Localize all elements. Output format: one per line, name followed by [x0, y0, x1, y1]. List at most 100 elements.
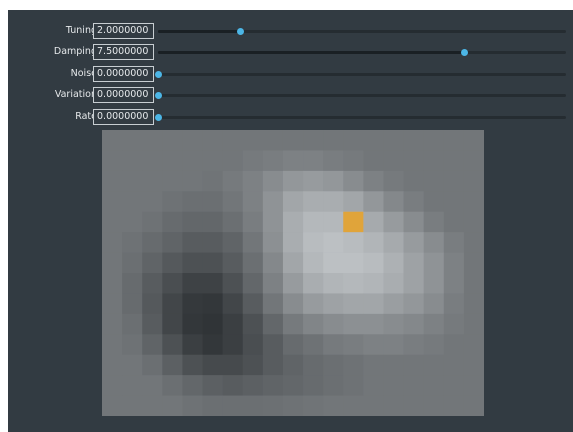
heatmap-cell	[303, 211, 324, 233]
heatmap-cell	[443, 232, 465, 253]
heatmap-cell	[383, 354, 404, 376]
heatmap-cell	[122, 313, 143, 335]
heatmap-cell	[303, 334, 324, 356]
heatmap-cell	[443, 375, 465, 396]
heatmap-cell	[363, 334, 384, 356]
damping-slider-handle[interactable]	[461, 49, 468, 56]
heatmap-cell	[102, 252, 123, 274]
heatmap-cell	[343, 170, 364, 192]
heatmap-cell	[403, 273, 424, 294]
variation-slider[interactable]	[155, 92, 566, 99]
tuning-slider[interactable]	[158, 28, 566, 35]
heatmap-cell	[102, 191, 123, 213]
heatmap-cell	[202, 252, 223, 274]
heatmap-cell	[303, 232, 324, 253]
heatmap-cell	[142, 273, 163, 294]
heatmap-cell	[162, 354, 183, 376]
heatmap-cell	[202, 313, 223, 335]
heatmap-cell	[363, 313, 384, 335]
noise-slider[interactable]	[155, 71, 566, 78]
heatmap-cell	[242, 313, 264, 335]
noise-slider-handle[interactable]	[155, 71, 162, 78]
heatmap-cell	[463, 354, 484, 376]
heatmap-cell	[383, 170, 404, 192]
heatmap-cell	[303, 150, 324, 172]
heatmap-cell	[182, 395, 203, 416]
position-marker[interactable]	[343, 211, 364, 233]
heatmap-cell	[262, 313, 284, 335]
heatmap-cell	[262, 170, 284, 192]
rate-field[interactable]	[93, 109, 154, 125]
noise-field[interactable]	[93, 66, 154, 82]
heatmap-cell	[323, 293, 344, 315]
heatmap-cell	[323, 191, 344, 213]
heatmap-cell	[262, 252, 284, 274]
heatmap-cell	[343, 375, 364, 396]
heatmap-cell	[383, 252, 404, 274]
heatmap-grid	[102, 130, 484, 416]
heatmap-cell	[282, 211, 304, 233]
heatmap-cell	[282, 273, 304, 294]
heatmap-cell	[182, 170, 203, 192]
heatmap-cell	[403, 354, 424, 376]
heatmap-cell	[162, 334, 183, 356]
heatmap-cell	[443, 211, 465, 233]
tuning-field[interactable]	[93, 23, 154, 39]
heatmap-cell	[403, 191, 424, 213]
heatmap-cell	[383, 211, 404, 233]
heatmap-cell	[182, 150, 203, 172]
variation-field[interactable]	[93, 87, 154, 103]
heatmap-cell	[423, 375, 445, 396]
heatmap-cell	[443, 313, 465, 335]
variation-slider-handle[interactable]	[155, 92, 162, 99]
heatmap-cell	[162, 130, 183, 151]
rate-slider-handle[interactable]	[155, 114, 162, 121]
heatmap-cell	[463, 313, 484, 335]
heatmap-cell	[122, 273, 143, 294]
heatmap-cell	[102, 130, 123, 151]
heatmap-cell	[242, 354, 264, 376]
heatmap-cell	[463, 273, 484, 294]
heatmap-cell	[242, 375, 264, 396]
heatmap-cell	[222, 354, 244, 376]
heatmap-cell	[222, 130, 244, 151]
heatmap-cell	[282, 130, 304, 151]
heatmap-cell	[303, 354, 324, 376]
heatmap-cell	[262, 232, 284, 253]
rate-slider[interactable]	[155, 114, 566, 121]
heatmap-cell	[202, 293, 223, 315]
heatmap-cell	[242, 150, 264, 172]
heatmap-cell	[202, 130, 223, 151]
heatmap-cell	[202, 375, 223, 396]
heatmap-cell	[142, 334, 163, 356]
tuning-row: Tuning	[8, 22, 573, 40]
heatmap-cell	[443, 273, 465, 294]
heatmap-cell	[343, 273, 364, 294]
heatmap-cell	[323, 313, 344, 335]
heatmap-cell	[423, 395, 445, 416]
tuning-slider-fill	[158, 30, 240, 33]
heatmap-cell	[363, 170, 384, 192]
heatmap-cell	[443, 130, 465, 151]
heatmap-cell	[182, 232, 203, 253]
rate-row: Rate	[8, 108, 573, 126]
tuning-slider-handle[interactable]	[236, 28, 244, 35]
heatmap-cell	[463, 334, 484, 356]
heatmap-cell	[162, 273, 183, 294]
heatmap-cell	[323, 130, 344, 151]
heatmap-cell	[102, 313, 123, 335]
heatmap-cell	[222, 273, 244, 294]
heatmap-cell	[122, 293, 143, 315]
heatmap-cell	[202, 273, 223, 294]
heatmap-cell	[383, 273, 404, 294]
heatmap-cell	[343, 313, 364, 335]
heatmap-cell	[282, 375, 304, 396]
heatmap-cell	[403, 293, 424, 315]
heatmap-cell	[383, 313, 404, 335]
heatmap-cell	[363, 293, 384, 315]
damping-field[interactable]	[93, 44, 154, 60]
heatmap-canvas[interactable]	[102, 130, 484, 416]
heatmap-cell	[122, 354, 143, 376]
damping-slider[interactable]	[158, 49, 566, 56]
heatmap-cell	[242, 232, 264, 253]
